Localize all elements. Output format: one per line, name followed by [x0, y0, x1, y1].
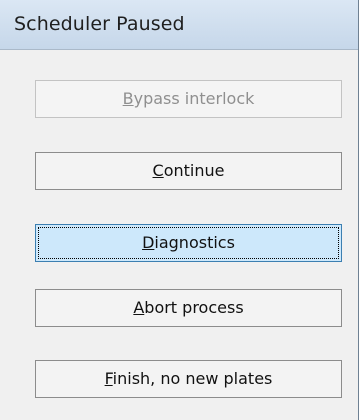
- diagnostics-mnemonic: D: [142, 233, 155, 252]
- finish-no-new-plates-button[interactable]: Finish, no new plates: [35, 360, 342, 398]
- continue-mnemonic: C: [152, 161, 164, 180]
- finish-no-new-plates-mnemonic: F: [104, 369, 113, 388]
- dialog-window: Scheduler Paused Bypass interlock Contin…: [0, 0, 359, 420]
- finish-no-new-plates-label: inish, no new plates: [112, 369, 273, 388]
- title-bar[interactable]: Scheduler Paused: [0, 0, 358, 50]
- diagnostics-button[interactable]: Diagnostics: [35, 224, 342, 262]
- abort-process-label: bort process: [144, 298, 244, 317]
- dialog-content: Bypass interlock Continue Diagnostics Ab…: [0, 50, 358, 420]
- window-title: Scheduler Paused: [14, 13, 185, 35]
- abort-process-button[interactable]: Abort process: [35, 289, 342, 327]
- abort-process-mnemonic: A: [133, 298, 145, 317]
- diagnostics-label: iagnostics: [154, 233, 235, 252]
- bypass-interlock-mnemonic: B: [122, 89, 134, 108]
- continue-label: ontinue: [163, 161, 225, 180]
- continue-button[interactable]: Continue: [35, 152, 342, 190]
- bypass-interlock-button[interactable]: Bypass interlock: [35, 80, 342, 118]
- bypass-interlock-label: ypass interlock: [133, 89, 255, 108]
